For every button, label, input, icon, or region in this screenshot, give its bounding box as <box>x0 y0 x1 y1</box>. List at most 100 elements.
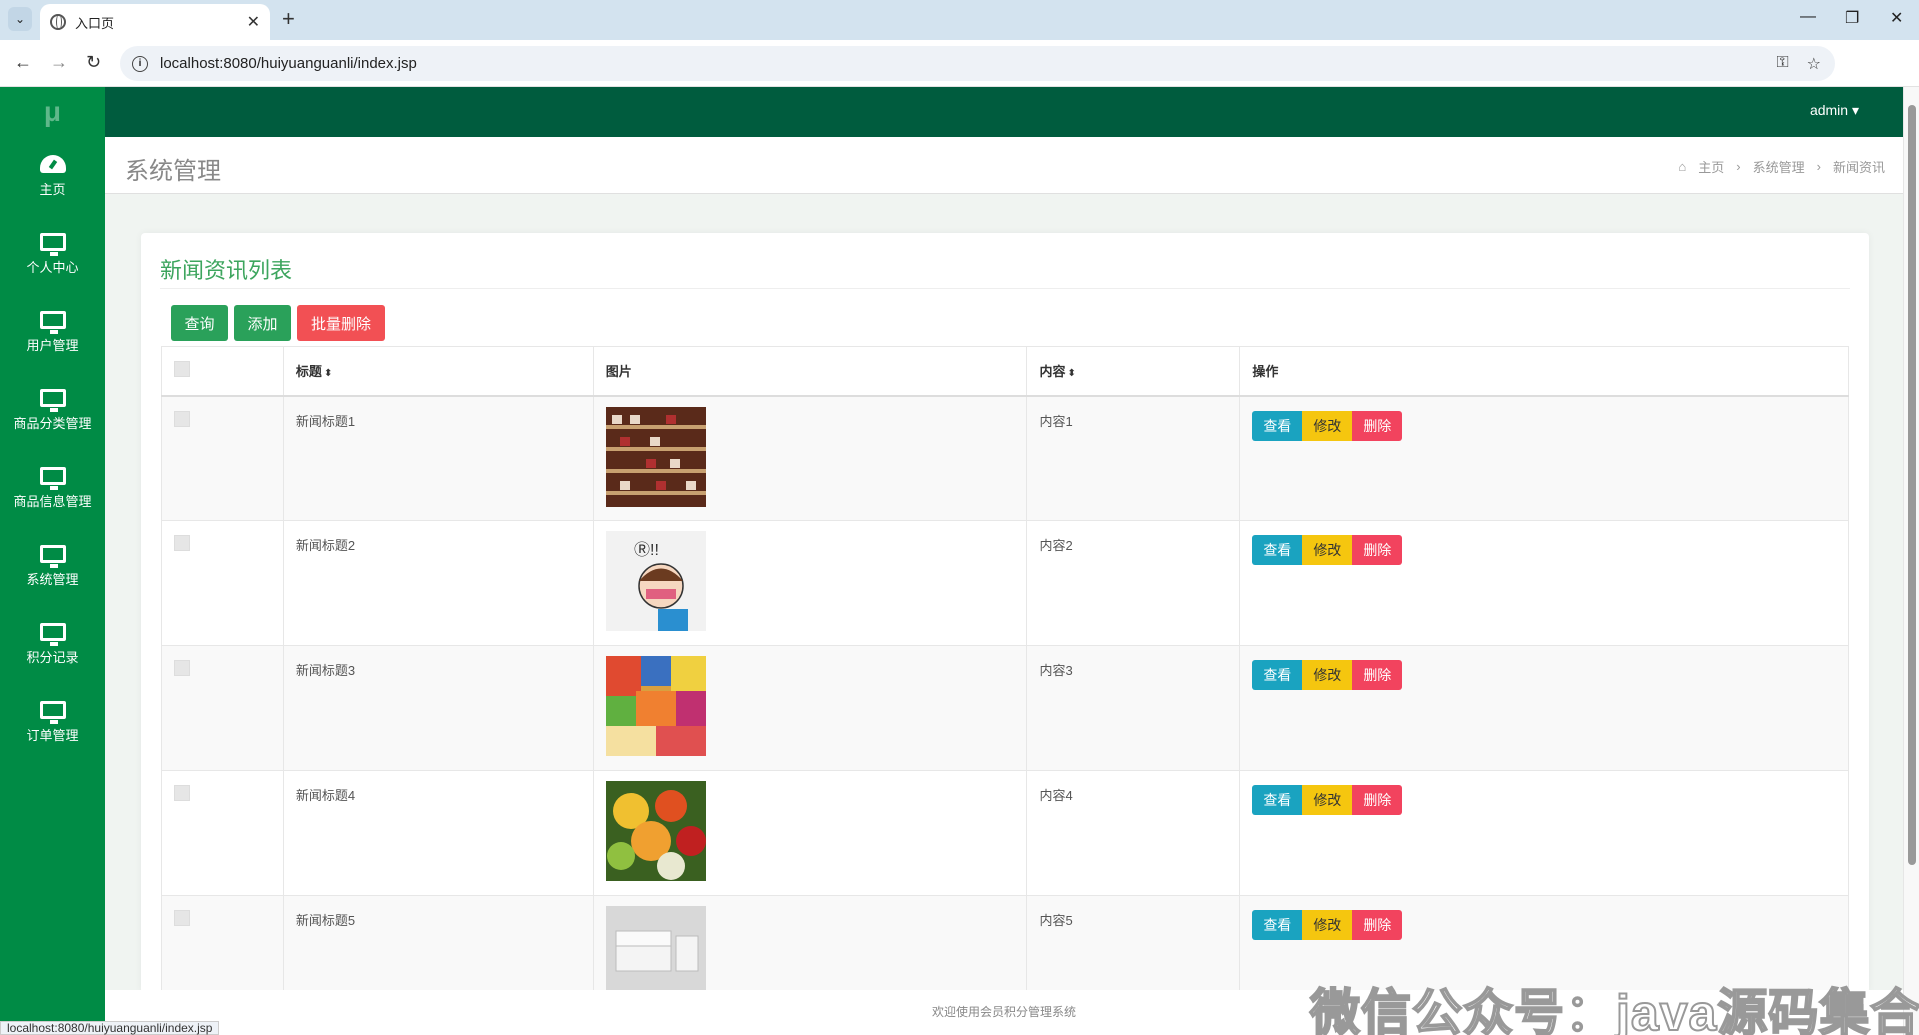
monitor-icon <box>39 700 66 724</box>
breadcrumb-system[interactable]: 系统管理 <box>1753 157 1805 176</box>
search-button[interactable]: 查询 <box>171 305 228 341</box>
close-window-icon[interactable]: ✕ <box>1890 8 1903 28</box>
row-checkbox[interactable] <box>174 785 190 801</box>
key-icon[interactable]: ⚿ <box>1776 54 1788 74</box>
news-image <box>605 656 706 756</box>
divider <box>160 288 1850 289</box>
breadcrumb-current: 新闻资讯 <box>1832 160 1885 175</box>
sort-icon[interactable]: ⬍ <box>324 368 332 379</box>
cell-content: 内容1 <box>1026 395 1241 521</box>
home-icon: ⌂ <box>1678 159 1687 174</box>
star-icon[interactable]: ☆ <box>1807 54 1821 74</box>
edit-button[interactable]: 修改 <box>1302 660 1353 690</box>
dashboard-icon <box>39 154 66 173</box>
view-button[interactable]: 查看 <box>1252 910 1303 940</box>
sidebar-item-label: 用户管理 <box>26 337 79 353</box>
sort-icon[interactable]: ⬍ <box>1067 368 1075 379</box>
sidebar-item-orders[interactable]: 订单管理 <box>0 683 105 761</box>
browser-tab[interactable]: 入口页 ✕ <box>40 4 270 40</box>
row-checkbox[interactable] <box>174 660 190 676</box>
view-button[interactable]: 查看 <box>1252 785 1303 815</box>
row-checkbox[interactable] <box>174 535 190 551</box>
status-bar-url: localhost:8080/huiyuanguanli/index.jsp <box>0 1021 220 1035</box>
browser-toolbar: ← → ↻ i localhost:8080/huiyuanguanli/ind… <box>0 40 1919 112</box>
delete-button[interactable]: 删除 <box>1352 410 1403 441</box>
sidebar-item-profile[interactable]: 个人中心 <box>0 215 105 293</box>
sidebar-item-products[interactable]: 商品信息管理 <box>0 449 105 527</box>
sidebar-item-system[interactable]: 系统管理 <box>0 527 105 605</box>
sidebar-item-label: 商品信息管理 <box>13 493 92 509</box>
minimize-icon[interactable]: — <box>1800 8 1816 26</box>
monitor-icon <box>39 622 66 646</box>
breadcrumb-separator: › <box>1736 159 1741 174</box>
monitor-icon <box>39 466 66 490</box>
table-row: 新闻标题4 内容4 查看 修改 删除 <box>161 770 1849 896</box>
sidebar-item-points[interactable]: 积分记录 <box>0 605 105 683</box>
cell-title: 新闻标题4 <box>282 770 594 896</box>
edit-button[interactable]: 修改 <box>1302 410 1353 441</box>
add-button[interactable]: 添加 <box>234 305 291 341</box>
view-button[interactable]: 查看 <box>1252 410 1303 441</box>
back-icon[interactable]: ← <box>14 52 32 73</box>
column-header-title[interactable]: 标题 ⬍ <box>282 346 594 397</box>
select-all-cell <box>161 346 284 397</box>
sidebar-item-label: 主页 <box>39 181 66 197</box>
delete-button[interactable]: 删除 <box>1352 785 1403 815</box>
select-all-checkbox[interactable] <box>174 361 190 378</box>
sidebar-item-label: 商品分类管理 <box>13 415 92 431</box>
forward-icon[interactable]: → <box>50 52 68 73</box>
monitor-icon <box>39 388 66 412</box>
reload-icon[interactable]: ↻ <box>86 52 101 73</box>
page-title: 系统管理 <box>125 158 221 185</box>
page-scrollbar[interactable] <box>1903 87 1919 1035</box>
view-button[interactable]: 查看 <box>1252 535 1303 565</box>
site-info-icon[interactable]: i <box>132 55 148 72</box>
view-button[interactable]: 查看 <box>1252 660 1303 690</box>
edit-button[interactable]: 修改 <box>1302 910 1353 940</box>
delete-button[interactable]: 删除 <box>1352 535 1403 565</box>
sidebar-item-users[interactable]: 用户管理 <box>0 293 105 371</box>
close-icon[interactable]: ✕ <box>247 12 260 32</box>
sidebar: μ 主页 个人中心 用户管理 商品分类管理 商品信息管理 系统管理 积分记录 订… <box>0 87 105 1035</box>
column-header-content[interactable]: 内容 ⬍ <box>1026 346 1241 397</box>
scrollbar-thumb[interactable] <box>1908 105 1916 865</box>
page-header: 系统管理 ⌂ 主页 › 系统管理 › 新闻资讯 <box>105 137 1903 194</box>
svg-text:Ⓡ!!: Ⓡ!! <box>634 541 659 559</box>
monitor-icon <box>39 310 66 334</box>
sidebar-item-label: 系统管理 <box>26 571 79 587</box>
table-row: 新闻标题1 内容1 查看 修改 删除 <box>161 395 1849 521</box>
row-checkbox[interactable] <box>174 910 190 926</box>
user-menu[interactable]: admin ▾ <box>1810 102 1859 119</box>
edit-button[interactable]: 修改 <box>1302 535 1353 565</box>
cell-title: 新闻标题3 <box>282 645 594 771</box>
sidebar-item-categories[interactable]: 商品分类管理 <box>0 371 105 449</box>
delete-button[interactable]: 删除 <box>1352 660 1403 690</box>
breadcrumb-home[interactable]: 主页 <box>1698 157 1724 176</box>
monitor-icon <box>39 232 66 256</box>
new-tab-icon[interactable]: + <box>282 6 295 32</box>
address-text: localhost:8080/huiyuanguanli/index.jsp <box>160 55 417 72</box>
tab-search-button[interactable]: ⌄ <box>8 7 32 31</box>
news-image <box>605 406 706 507</box>
table-row: 新闻标题3 内容3 查看 修改 删除 <box>161 645 1849 771</box>
globe-icon <box>50 14 66 30</box>
sidebar-item-label: 订单管理 <box>26 727 79 743</box>
app-logo: μ <box>43 96 62 127</box>
row-checkbox[interactable] <box>174 410 190 427</box>
sidebar-item-label: 个人中心 <box>26 259 79 275</box>
restore-icon[interactable]: ❐ <box>1845 8 1859 28</box>
news-image <box>605 781 706 881</box>
news-table: 标题 ⬍ 图片 内容 ⬍ 操作 新闻标题1 内容1 查看 修改 删除 新闻标题2 Ⓡ!!… <box>161 346 1849 1021</box>
batch-delete-button[interactable]: 批量删除 <box>297 305 385 341</box>
breadcrumb-separator: › <box>1816 159 1821 174</box>
delete-button[interactable]: 删除 <box>1352 910 1403 940</box>
breadcrumb: ⌂ 主页 › 系统管理 › 新闻资讯 <box>1678 157 1885 176</box>
edit-button[interactable]: 修改 <box>1302 785 1353 815</box>
cell-title: 新闻标题2 <box>282 520 594 646</box>
address-bar[interactable]: i localhost:8080/huiyuanguanli/index.jsp… <box>120 46 1835 81</box>
sidebar-item-home[interactable]: 主页 <box>0 137 105 215</box>
sidebar-item-label: 积分记录 <box>26 649 79 665</box>
tab-title: 入口页 <box>75 15 115 31</box>
cell-content: 内容2 <box>1026 520 1241 646</box>
cell-content: 内容4 <box>1026 770 1241 896</box>
